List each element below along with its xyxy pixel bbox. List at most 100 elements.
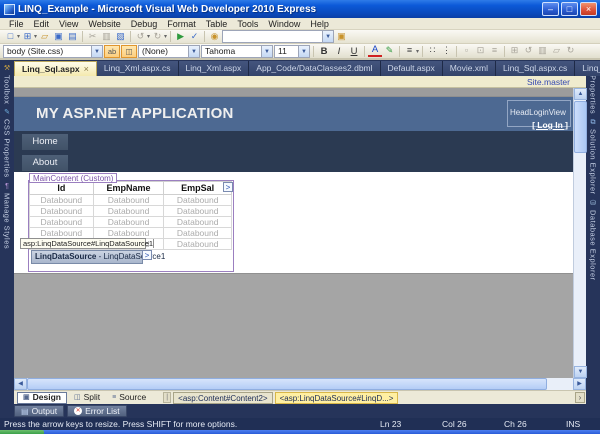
doc-tab-linq-xml-aspx[interactable]: Linq_Xml.aspx (179, 61, 250, 76)
error-list-icon: ✕ (74, 407, 82, 415)
numbering-button[interactable]: ⋮ (440, 45, 453, 57)
bullets-button[interactable]: ∷ (426, 45, 439, 57)
target-rule-combo[interactable]: (None)▼ (138, 45, 200, 58)
error-list-tab[interactable]: ✕Error List (67, 405, 126, 417)
redo-icon[interactable]: ↻ (151, 31, 164, 43)
scroll-left-icon[interactable]: ◀ (14, 378, 27, 390)
italic-button[interactable]: I (332, 45, 346, 58)
nav-item-home[interactable]: Home (22, 134, 68, 150)
doc-tab-linq-sql-aspx[interactable]: Linq_Sql.aspx× (14, 61, 97, 76)
output-tab[interactable]: ▤Output (14, 405, 64, 417)
start-debug-icon[interactable]: ▶ (174, 31, 187, 43)
check-page-icon[interactable]: ✓ (188, 31, 201, 43)
cut-icon[interactable]: ✂ (86, 31, 99, 43)
grid-cell: Databound (93, 228, 164, 239)
menu-file[interactable]: File (4, 19, 29, 29)
nav-item-about[interactable]: About (22, 155, 68, 171)
site-master-link[interactable]: Site.master (527, 77, 570, 87)
underline-button[interactable]: U (347, 45, 361, 58)
undo-dropdown-icon[interactable]: ▾ (147, 33, 150, 40)
linqdatasource-smart-tag[interactable]: > (142, 250, 152, 260)
vertical-scroll-thumb[interactable] (574, 101, 587, 153)
sidebar-tab-css-properties[interactable]: ✎ CSS Properties (0, 108, 14, 178)
sidebar-tab-toolbox[interactable]: ⚒ Toolbox (0, 64, 14, 104)
target-dropdown-icon[interactable]: ▼ (188, 46, 199, 57)
source-view-button[interactable]: ≡Source (107, 392, 151, 404)
design-horizontal-scrollbar[interactable]: ◀ ▶ (14, 378, 586, 390)
grid-cell: Databound (30, 217, 94, 228)
save-icon[interactable]: ▣ (52, 31, 65, 43)
scroll-right-icon[interactable]: ▶ (573, 378, 586, 390)
bold-button[interactable]: B (317, 45, 331, 58)
login-link[interactable]: [ Log In ] (510, 120, 568, 130)
tag-nav-next-icon[interactable]: › (575, 392, 585, 403)
menu-view[interactable]: View (54, 19, 83, 29)
tab-close-icon[interactable]: × (84, 64, 89, 74)
doc-tab-linq-sql-aspx-cs[interactable]: Linq_Sql.aspx.cs (496, 61, 575, 76)
login-view-label: HeadLoginView (510, 108, 566, 117)
font-color-button[interactable]: A (368, 45, 382, 57)
status-bar: Press the arrow keys to resize. Press SH… (0, 418, 600, 430)
save-all-icon[interactable]: ▤ (66, 31, 79, 43)
alignment-button[interactable]: ≡ (403, 45, 416, 57)
doc-tab-default-aspx[interactable]: Default.aspx (381, 61, 443, 76)
add-dropdown-icon[interactable]: ▾ (34, 33, 37, 40)
style-selector-combo[interactable]: body (Site.css)▼ (3, 45, 103, 58)
open-file-icon[interactable]: ▱ (38, 31, 51, 43)
gridview-smart-tag[interactable]: > (223, 182, 233, 192)
apply-styles-toggle[interactable]: ab (104, 45, 120, 58)
horizontal-scroll-thumb[interactable] (27, 378, 547, 390)
quickfind-dropdown-icon[interactable]: ▼ (322, 31, 333, 42)
grid-col-empsal: EmpSal (164, 182, 232, 195)
new-website-icon[interactable]: □ (4, 31, 17, 43)
font-size-combo[interactable]: 11▼ (274, 45, 310, 58)
doc-tab-linq-xml-aspx-cs[interactable]: Linq_Xml.aspx.cs (97, 61, 179, 76)
tag-nav-linqdatasource[interactable]: <asp:LinqDataSource#LinqD...> (275, 392, 399, 404)
alignment-dropdown-icon[interactable]: ▾ (416, 48, 419, 55)
font-name-combo[interactable]: Tahoma▼ (201, 45, 273, 58)
doc-tab-dataclasses-dbml[interactable]: App_Code/DataClasses2.dbml (249, 61, 380, 76)
paste-icon[interactable]: ▧ (114, 31, 127, 43)
minimize-button[interactable]: – (542, 2, 559, 16)
fontname-dropdown-icon[interactable]: ▼ (261, 46, 272, 57)
scroll-up-icon[interactable]: ▲ (574, 88, 587, 100)
doc-tab-movie-xml[interactable]: Movie.xml (443, 61, 496, 76)
css-properties-toggle[interactable]: ◫ (121, 45, 137, 58)
menu-help[interactable]: Help (305, 19, 334, 29)
design-view-button[interactable]: ▣Design (17, 392, 67, 404)
style-dropdown-icon[interactable]: ▼ (91, 46, 102, 57)
menu-edit[interactable]: Edit (29, 19, 55, 29)
menu-format[interactable]: Format (162, 19, 201, 29)
content-placeholder-label[interactable]: MainContent (Custom) (29, 173, 117, 183)
add-item-icon[interactable]: ⊞ (21, 31, 34, 43)
menu-website[interactable]: Website (83, 19, 125, 29)
menu-tools[interactable]: Tools (232, 19, 263, 29)
grid-cell: Databound (164, 217, 232, 228)
sidebar-tab-solution-explorer[interactable]: ⧉ Solution Explorer (586, 118, 600, 195)
sidebar-tab-manage-styles[interactable]: ¶ Manage Styles (0, 182, 14, 249)
fontsize-dropdown-icon[interactable]: ▼ (298, 46, 309, 57)
design-vertical-scrollbar[interactable]: ▲ ▼ (573, 88, 586, 378)
site-nav-menu: Home About (14, 131, 573, 172)
quick-find-combo[interactable]: ▼ (222, 30, 334, 43)
copy-icon[interactable]: ▥ (100, 31, 113, 43)
linqdatasource-control[interactable]: LinqDataSource - LinqDataSource1 (31, 250, 143, 264)
redo-dropdown-icon[interactable]: ▾ (164, 33, 167, 40)
scroll-down-icon[interactable]: ▼ (574, 366, 587, 378)
split-view-button[interactable]: ◫Split (69, 392, 105, 404)
find-icon[interactable]: ▣ (335, 31, 348, 43)
login-view-control[interactable]: HeadLoginView [ Log In ] (507, 100, 571, 127)
doc-tab-linq-object-aspx-cs[interactable]: Linq_Object.aspx.cs (575, 61, 600, 76)
new-dropdown-icon[interactable]: ▾ (17, 33, 20, 40)
menu-debug[interactable]: Debug (126, 19, 163, 29)
menu-table[interactable]: Table (201, 19, 233, 29)
close-button[interactable]: × (580, 2, 597, 16)
status-insert-mode: INS (566, 419, 600, 429)
browse-icon[interactable]: ◉ (208, 31, 221, 43)
sidebar-tab-database-explorer[interactable]: ⛁ Database Explorer (586, 199, 600, 281)
menu-window[interactable]: Window (263, 19, 305, 29)
tag-nav-content2[interactable]: <asp:Content#Content2> (173, 392, 272, 404)
restore-button[interactable]: □ (561, 2, 578, 16)
undo-icon[interactable]: ↺ (134, 31, 147, 43)
highlight-button[interactable]: ✎ (383, 45, 396, 57)
